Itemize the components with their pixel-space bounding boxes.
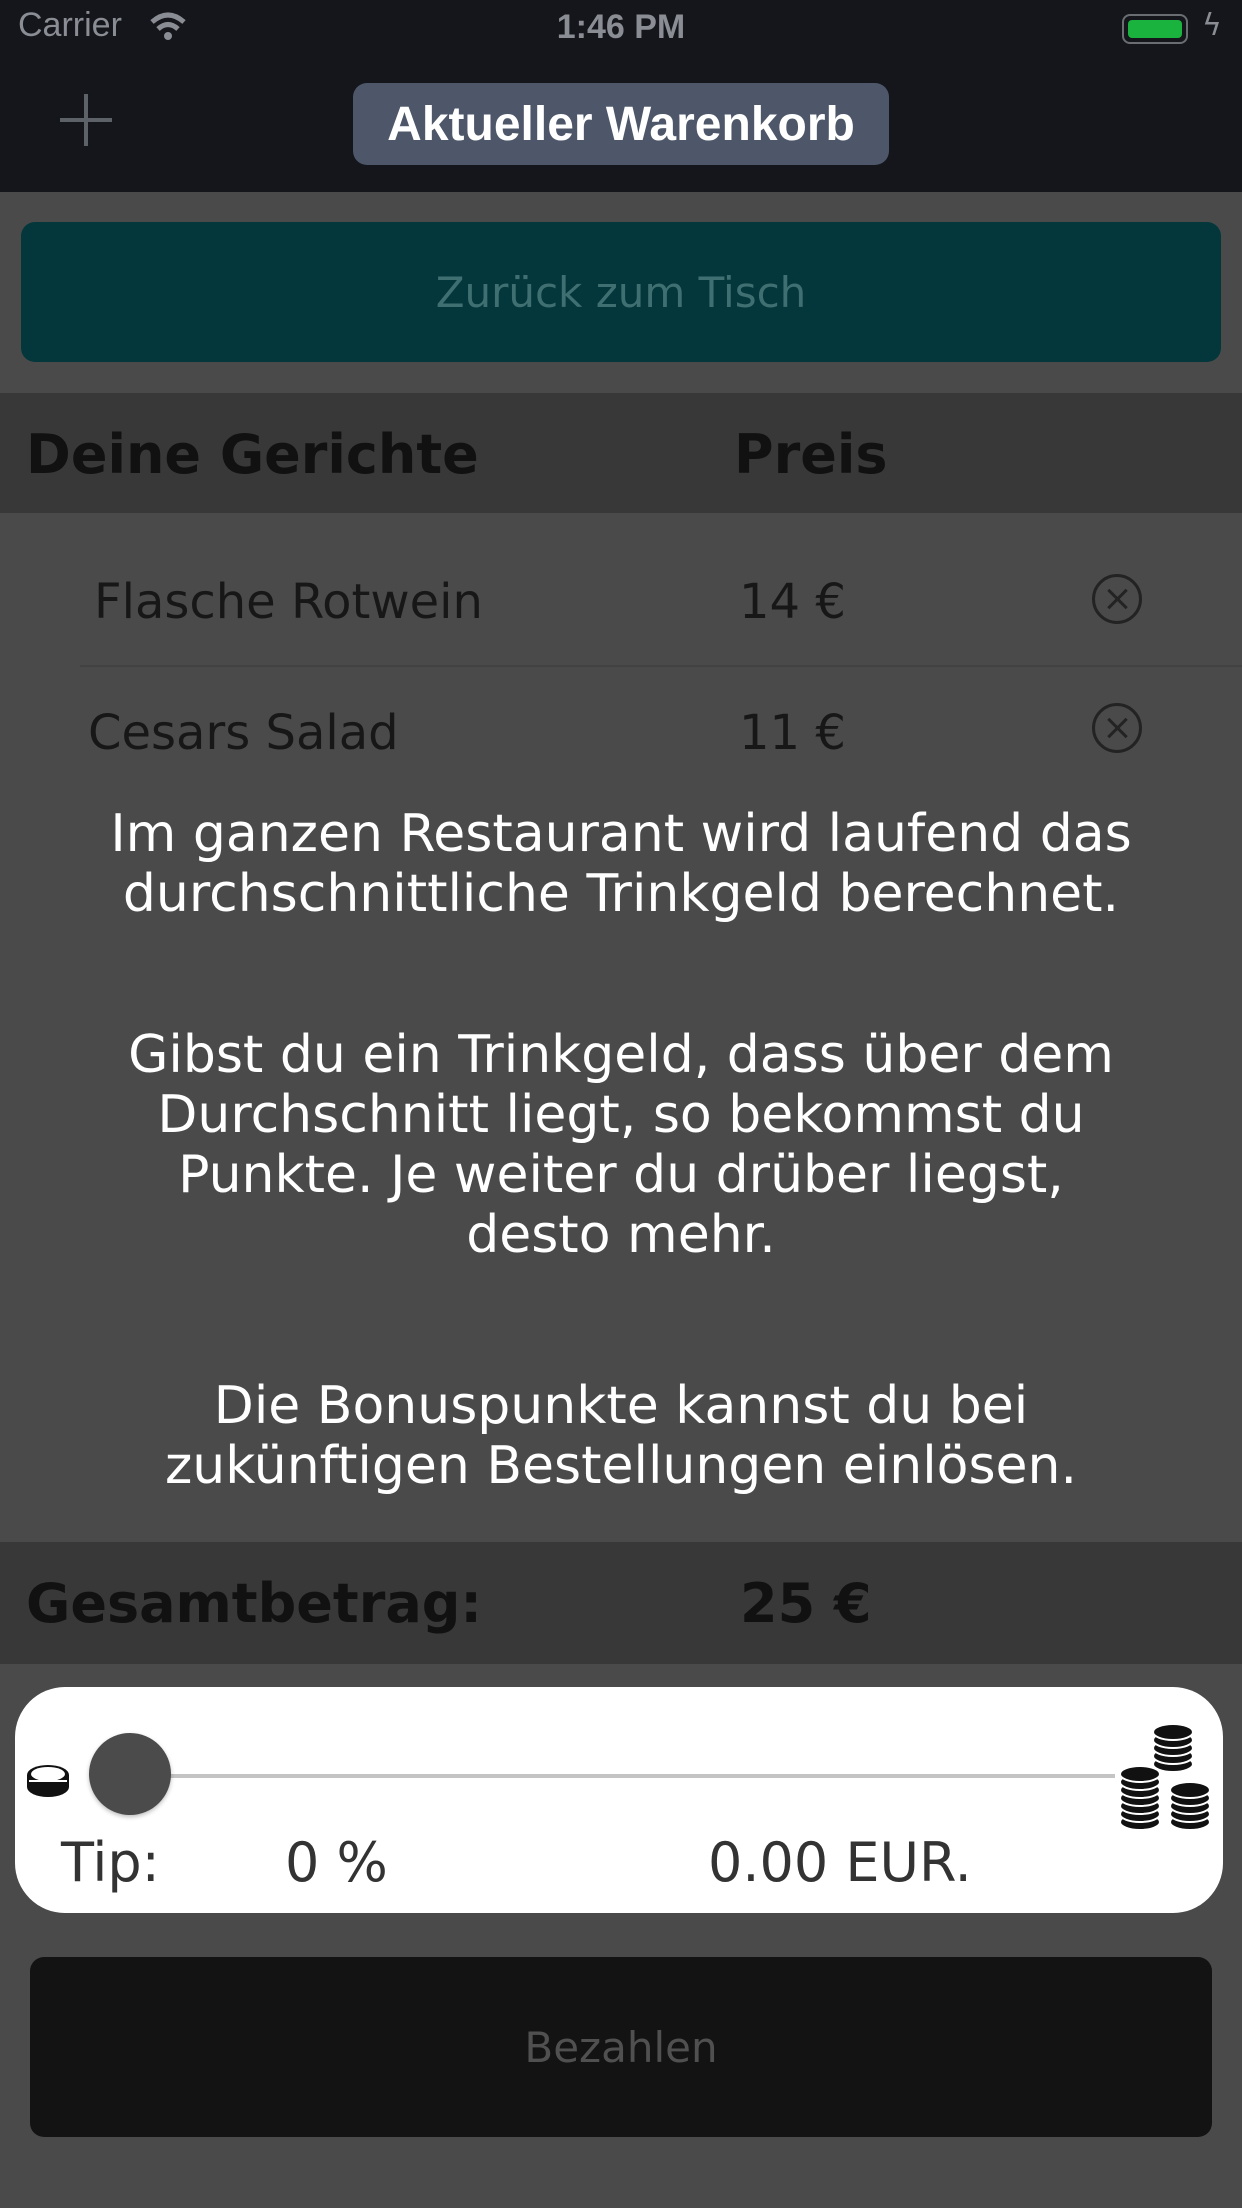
total-row: Gesamtbetrag: 25 € (0, 1542, 1242, 1664)
status-bar: Carrier 1:46 PM ϟ (0, 0, 1242, 60)
pay-button[interactable]: Bezahlen (30, 1957, 1212, 2137)
info-line: Gibst du ein Trinkgeld, dass über dem (128, 1025, 1114, 1085)
total-label: Gesamtbetrag: (26, 1572, 483, 1635)
item-name: Flasche Rotwein (94, 574, 483, 630)
info-line: Punkte. Je weiter du drüber liegst, (178, 1145, 1064, 1205)
info-line: Im ganzen Restaurant wird laufend das (110, 804, 1132, 864)
battery-icon (1122, 14, 1188, 44)
info-line: zukünftigen Bestellungen einlösen. (164, 1436, 1078, 1496)
list-item: Flasche Rotwein 14 € (80, 536, 1242, 664)
dishes-header: Deine Gerichte (26, 423, 479, 486)
info-paragraph-1: Im ganzen Restaurant wird laufend das du… (0, 804, 1242, 924)
navigation-bar: Aktueller Warenkorb (0, 60, 1242, 192)
add-icon[interactable] (56, 90, 116, 150)
info-line: Die Bonuspunkte kannst du bei (213, 1376, 1029, 1436)
charging-icon: ϟ (1202, 8, 1222, 43)
tip-amount: 0.00 EUR. (708, 1831, 972, 1894)
item-price: 14 € (739, 574, 846, 630)
tip-slider-track[interactable] (120, 1774, 1115, 1778)
list-item: Cesars Salad 11 € (80, 667, 1242, 795)
page-title: Aktueller Warenkorb (353, 83, 889, 165)
tip-label: Tip: (61, 1831, 160, 1894)
tip-slider-thumb[interactable] (89, 1733, 171, 1815)
item-name: Cesars Salad (88, 705, 399, 761)
status-time: 1:46 PM (556, 8, 686, 46)
price-header: Preis (734, 423, 888, 486)
remove-item-icon[interactable] (1092, 703, 1142, 753)
item-price: 11 € (739, 705, 846, 761)
info-paragraph-3: Die Bonuspunkte kannst du bei zukünftige… (0, 1376, 1242, 1496)
info-line: durchschnittliche Trinkgeld berechnet. (122, 864, 1120, 924)
single-coin-icon (27, 1765, 69, 1797)
remove-item-icon[interactable] (1092, 574, 1142, 624)
info-line: desto mehr. (466, 1205, 776, 1265)
back-to-table-button[interactable]: Zurück zum Tisch (21, 222, 1221, 362)
tip-percent: 0 % (285, 1831, 388, 1894)
info-paragraph-2: Gibst du ein Trinkgeld, dass über dem Du… (0, 1025, 1242, 1265)
info-line: Durchschnitt liegt, so bekommst du (157, 1085, 1085, 1145)
table-header: Deine Gerichte Preis (0, 393, 1242, 513)
coin-stack-icon (1119, 1723, 1211, 1831)
total-value: 25 € (740, 1572, 872, 1635)
tip-card: Tip: 0 % 0.00 EUR. (15, 1687, 1223, 1913)
